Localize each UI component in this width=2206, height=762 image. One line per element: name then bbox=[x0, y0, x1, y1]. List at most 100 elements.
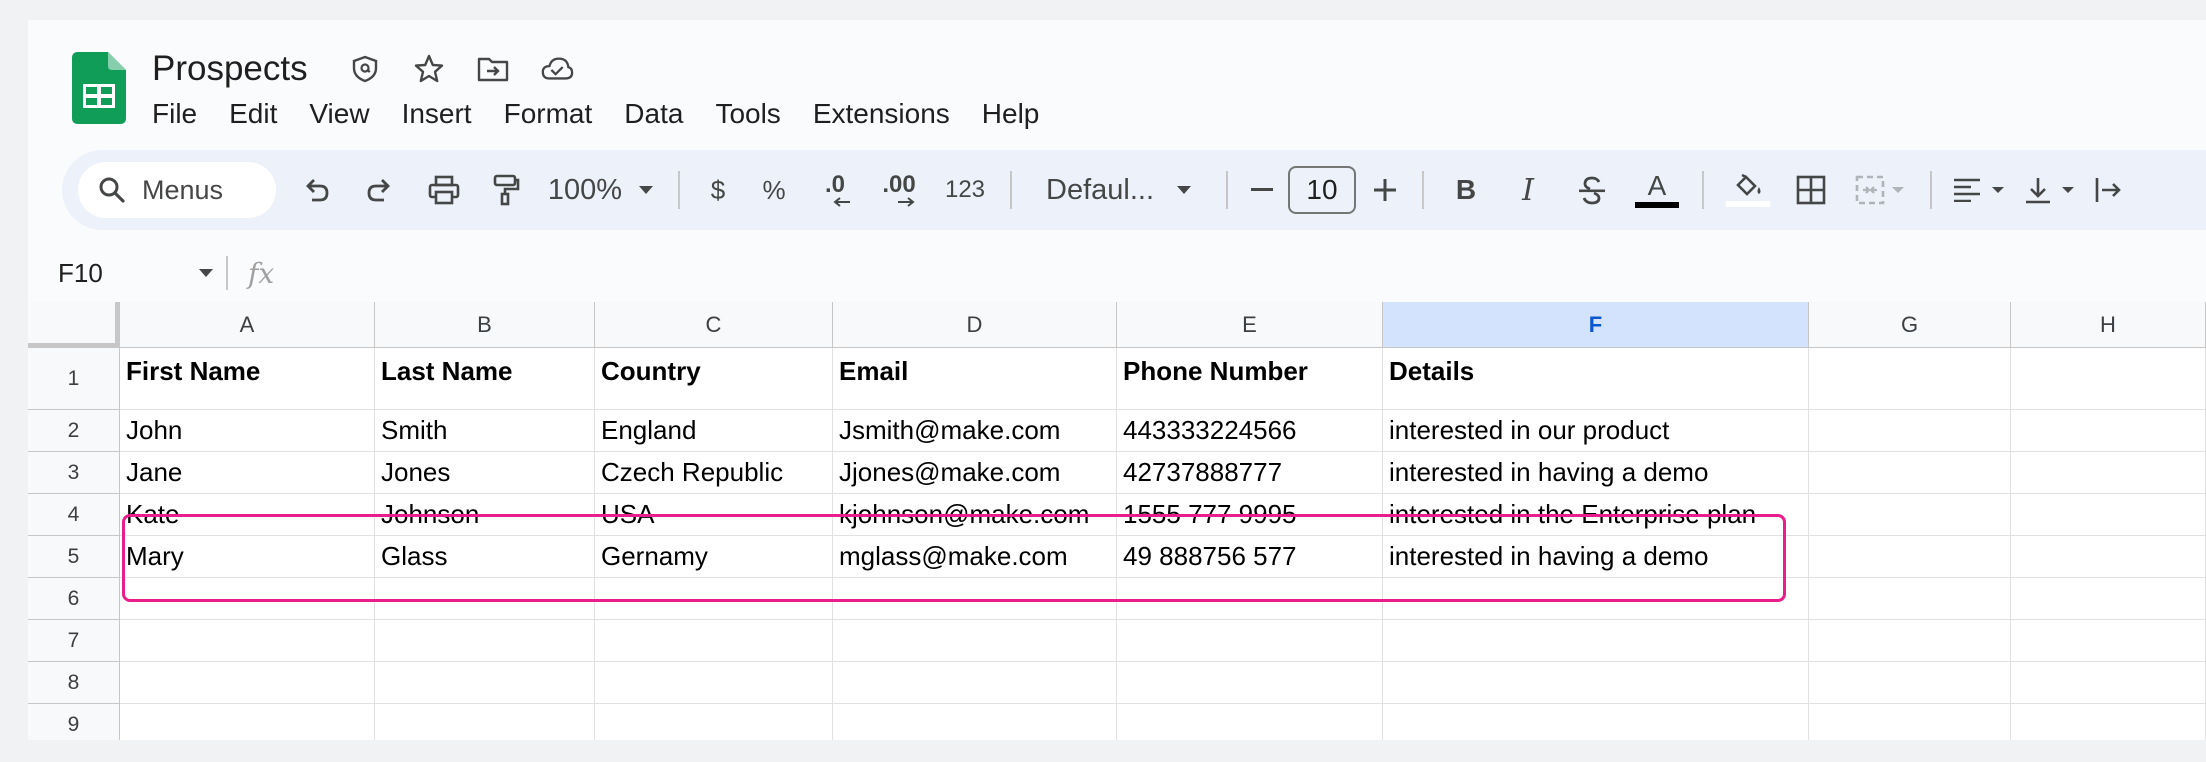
fill-color-button[interactable] bbox=[1716, 162, 1780, 218]
cell-c2[interactable]: England bbox=[595, 410, 833, 452]
column-header-f[interactable]: F bbox=[1383, 302, 1809, 348]
row-header-1[interactable]: 1 bbox=[28, 348, 120, 410]
cell-empty[interactable] bbox=[2011, 704, 2206, 740]
format-currency-button[interactable]: $ bbox=[692, 162, 744, 218]
increase-font-size-button[interactable] bbox=[1360, 162, 1410, 218]
cell-g4[interactable] bbox=[1809, 494, 2011, 536]
cell-c3[interactable]: Czech Republic bbox=[595, 452, 833, 494]
strikethrough-button[interactable] bbox=[1560, 162, 1624, 218]
star-icon[interactable] bbox=[412, 52, 446, 86]
cell-c4[interactable]: USA bbox=[595, 494, 833, 536]
cell-f1[interactable]: Details bbox=[1383, 348, 1809, 410]
cell-empty[interactable] bbox=[120, 578, 375, 620]
italic-button[interactable]: I bbox=[1496, 162, 1560, 218]
cell-g5[interactable] bbox=[1809, 536, 2011, 578]
cell-a2[interactable]: John bbox=[120, 410, 375, 452]
cell-empty[interactable] bbox=[1809, 620, 2011, 662]
text-color-button[interactable]: A bbox=[1624, 162, 1690, 218]
menu-tools[interactable]: Tools bbox=[715, 98, 780, 130]
vertical-align-button[interactable] bbox=[2014, 162, 2086, 218]
cell-empty[interactable] bbox=[1809, 662, 2011, 704]
borders-button[interactable] bbox=[1780, 162, 1842, 218]
row-header-9[interactable]: 9 bbox=[28, 704, 120, 740]
cell-h5[interactable] bbox=[2011, 536, 2206, 578]
cell-empty[interactable] bbox=[2011, 620, 2206, 662]
cell-a5[interactable]: Mary bbox=[120, 536, 375, 578]
print-button[interactable] bbox=[412, 162, 476, 218]
merge-cells-button[interactable] bbox=[1842, 162, 1918, 218]
cell-empty[interactable] bbox=[833, 704, 1117, 740]
cell-empty[interactable] bbox=[1383, 704, 1809, 740]
cell-e1[interactable]: Phone Number bbox=[1117, 348, 1383, 410]
format-percent-button[interactable]: % bbox=[744, 162, 804, 218]
row-header-8[interactable]: 8 bbox=[28, 662, 120, 704]
menu-format[interactable]: Format bbox=[504, 98, 593, 130]
cell-empty[interactable] bbox=[1117, 662, 1383, 704]
cell-b1[interactable]: Last Name bbox=[375, 348, 595, 410]
column-header-e[interactable]: E bbox=[1117, 302, 1383, 348]
cell-b3[interactable]: Jones bbox=[375, 452, 595, 494]
font-family-select[interactable]: Defaul... bbox=[1024, 162, 1214, 218]
cell-empty[interactable] bbox=[1809, 578, 2011, 620]
cell-c5[interactable]: Gernamy bbox=[595, 536, 833, 578]
row-header-5[interactable]: 5 bbox=[28, 536, 120, 578]
shield-icon[interactable] bbox=[348, 52, 382, 86]
increase-decimal-button[interactable]: .00 bbox=[866, 162, 932, 218]
decrease-font-size-button[interactable] bbox=[1240, 162, 1284, 218]
cell-empty[interactable] bbox=[1383, 662, 1809, 704]
decrease-decimal-button[interactable]: .0 bbox=[804, 162, 866, 218]
cell-e2[interactable]: 443333224566 bbox=[1117, 410, 1383, 452]
column-header-b[interactable]: B bbox=[375, 302, 595, 348]
cell-b5[interactable]: Glass bbox=[375, 536, 595, 578]
menu-data[interactable]: Data bbox=[624, 98, 683, 130]
horizontal-align-button[interactable] bbox=[1944, 162, 2014, 218]
cell-empty[interactable] bbox=[375, 620, 595, 662]
bold-button[interactable]: B bbox=[1436, 162, 1496, 218]
row-header-4[interactable]: 4 bbox=[28, 494, 120, 536]
cell-empty[interactable] bbox=[120, 662, 375, 704]
cloud-saved-icon[interactable] bbox=[540, 52, 574, 86]
row-header-2[interactable]: 2 bbox=[28, 410, 120, 452]
cell-empty[interactable] bbox=[120, 704, 375, 740]
cell-empty[interactable] bbox=[2011, 662, 2206, 704]
menu-edit[interactable]: Edit bbox=[229, 98, 277, 130]
cell-empty[interactable] bbox=[375, 662, 595, 704]
column-header-d[interactable]: D bbox=[833, 302, 1117, 348]
paint-format-button[interactable] bbox=[476, 162, 536, 218]
undo-button[interactable] bbox=[284, 162, 348, 218]
cell-a4[interactable]: Kate bbox=[120, 494, 375, 536]
menu-file[interactable]: File bbox=[152, 98, 197, 130]
name-box[interactable]: F10 bbox=[58, 258, 198, 289]
move-folder-icon[interactable] bbox=[476, 52, 510, 86]
cell-empty[interactable] bbox=[833, 578, 1117, 620]
cell-d2[interactable]: Jsmith@make.com bbox=[833, 410, 1117, 452]
zoom-select[interactable]: 100% bbox=[536, 162, 666, 218]
cell-b4[interactable]: Johnson bbox=[375, 494, 595, 536]
column-header-a[interactable]: A bbox=[120, 302, 375, 348]
cell-empty[interactable] bbox=[595, 662, 833, 704]
row-header-3[interactable]: 3 bbox=[28, 452, 120, 494]
cell-empty[interactable] bbox=[595, 620, 833, 662]
cell-g3[interactable] bbox=[1809, 452, 2011, 494]
cell-empty[interactable] bbox=[833, 662, 1117, 704]
text-wrapping-button[interactable] bbox=[2086, 162, 2132, 218]
cell-empty[interactable] bbox=[120, 620, 375, 662]
chevron-down-icon[interactable] bbox=[198, 268, 214, 278]
cell-empty[interactable] bbox=[1383, 620, 1809, 662]
cell-f5[interactable]: interested in having a demo bbox=[1383, 536, 1809, 578]
cell-f2[interactable]: interested in our product bbox=[1383, 410, 1809, 452]
cell-e3[interactable]: 42737888777 bbox=[1117, 452, 1383, 494]
menu-view[interactable]: View bbox=[309, 98, 369, 130]
cell-f3[interactable]: interested in having a demo bbox=[1383, 452, 1809, 494]
cell-empty[interactable] bbox=[1117, 704, 1383, 740]
cell-d3[interactable]: Jjones@make.com bbox=[833, 452, 1117, 494]
menu-search[interactable]: Menus bbox=[78, 162, 276, 218]
cell-h2[interactable] bbox=[2011, 410, 2206, 452]
cell-d1[interactable]: Email bbox=[833, 348, 1117, 410]
cell-empty[interactable] bbox=[833, 620, 1117, 662]
cell-empty[interactable] bbox=[1383, 578, 1809, 620]
cell-empty[interactable] bbox=[375, 704, 595, 740]
cell-empty[interactable] bbox=[595, 578, 833, 620]
column-header-g[interactable]: G bbox=[1809, 302, 2011, 348]
cell-e5[interactable]: 49 888756 577 bbox=[1117, 536, 1383, 578]
